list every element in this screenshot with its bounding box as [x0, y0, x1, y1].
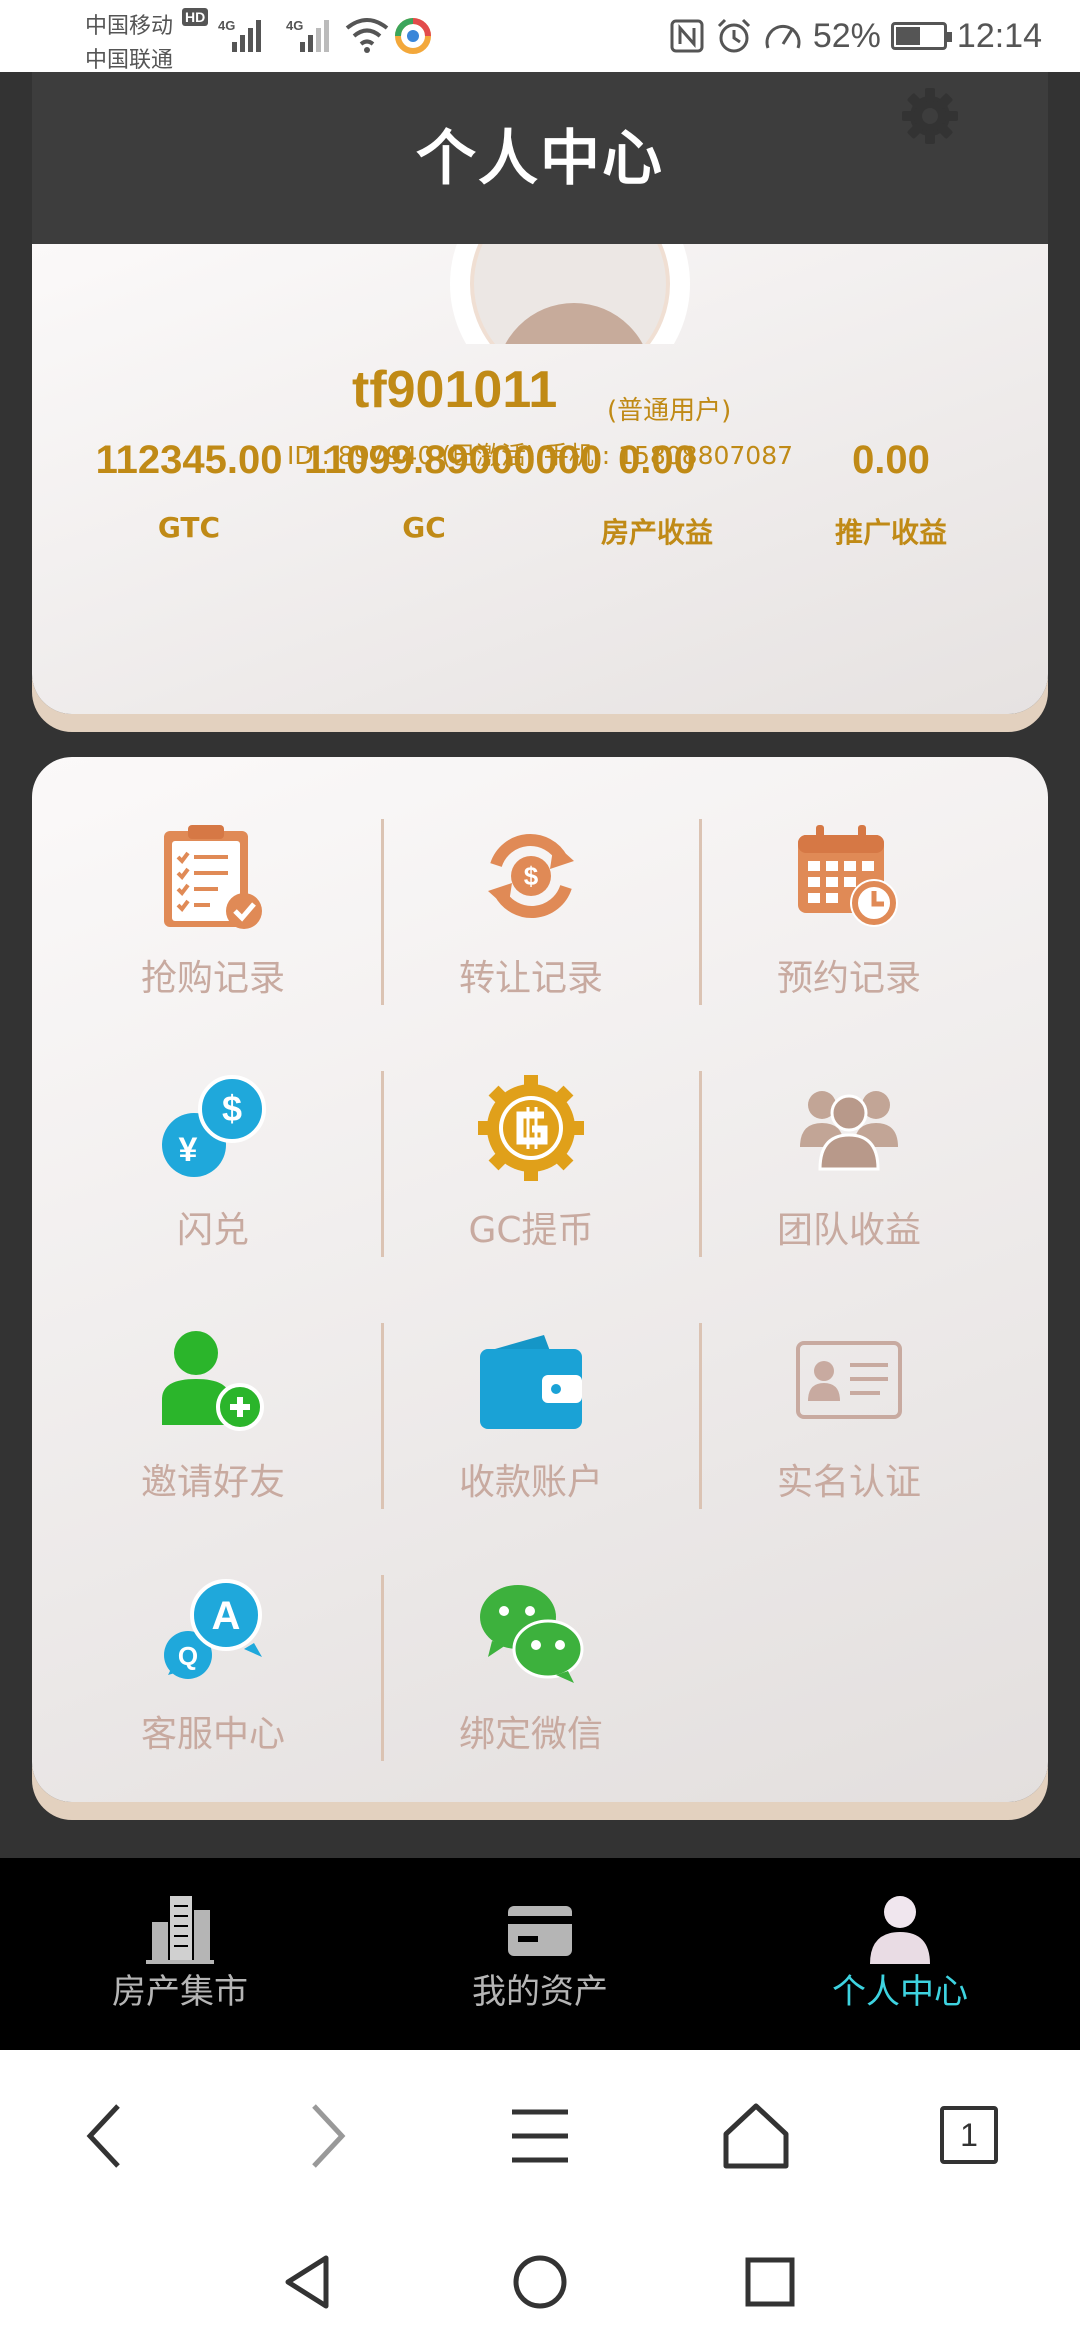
stat-value: 0.00 [852, 438, 930, 482]
menu-item-reservation-records[interactable]: 预约记录 [690, 821, 1008, 1011]
menu-item-label: 转让记录 [458, 958, 603, 999]
svg-text:$: $ [222, 1088, 242, 1129]
menu-item-label: 收款账户 [458, 1462, 603, 1503]
menu-item-label: 团队收益 [776, 1210, 921, 1251]
menu-item-purchase-records[interactable]: 抢购记录 [54, 821, 372, 1011]
gc-coin-icon [478, 1075, 584, 1181]
stat-value: 112345.00 [95, 438, 283, 482]
tab-my-assets[interactable]: 我的资产 [360, 1858, 720, 2050]
menu-item-team-income[interactable]: 团队收益 [690, 1073, 1008, 1263]
menu-item-bind-wechat[interactable]: 绑定微信 [372, 1577, 690, 1767]
carrier-1: 中国移动 [85, 14, 174, 39]
menu-item-label: 抢购记录 [140, 958, 285, 999]
wifi-icon [345, 18, 389, 53]
user-icon [870, 1896, 930, 1964]
stat-property-income: 0.00 房产收益 [537, 340, 777, 551]
stat-label: GTC [157, 511, 221, 544]
menu-item-label: GC提币 [468, 1210, 594, 1251]
team-icon [800, 1091, 898, 1171]
stat-label: 房产收益 [600, 516, 713, 549]
menu-item-label: 实名认证 [776, 1462, 921, 1503]
status-bar: 中国移动 中国联通 HD 4G 4G 52% 12:14 [0, 0, 1080, 73]
speedometer-icon [765, 25, 801, 49]
dollar-exchange-icon: $ [488, 834, 574, 918]
back-icon[interactable] [72, 2100, 144, 2172]
system-home-icon[interactable] [510, 2252, 570, 2312]
svg-text:Q: Q [178, 1641, 198, 1671]
menu-card: 抢购记录 $ 转让记录 预约记录 $ ¥ 闪兑 GC提币 团队收益 邀请好友 收… [32, 757, 1048, 1802]
system-nav-bar [0, 2222, 1080, 2340]
nfc-icon [670, 19, 704, 53]
menu-item-transfer-records[interactable]: $ 转让记录 [372, 821, 690, 1011]
tab-label: 房产集市 [112, 1972, 248, 2012]
card-icon [508, 1906, 572, 1956]
tabs-button[interactable]: 1 [940, 2106, 1012, 2178]
battery-percent: 52% [812, 16, 881, 55]
tab-count: 1 [940, 2106, 998, 2164]
browser-toolbar: 1 [0, 2050, 1080, 2222]
system-recents-icon[interactable] [740, 2252, 800, 2312]
stat-gc: 11099.89000000 GC [304, 340, 603, 544]
menu-item-label: 闪兑 [176, 1210, 249, 1251]
buildings-icon [146, 1896, 214, 1964]
menu-item-gc-withdraw[interactable]: GC提币 [372, 1073, 690, 1263]
alarm-icon [717, 18, 750, 53]
tab-personal-center[interactable]: 个人中心 [720, 1858, 1080, 2050]
hd-badge: HD [182, 8, 209, 26]
stat-value: 0.00 [618, 438, 696, 482]
wechat-icon [480, 1585, 584, 1683]
svg-text:A: A [212, 1594, 241, 1638]
home-icon[interactable] [720, 2100, 792, 2172]
currency-swap-icon: $ ¥ [162, 1075, 266, 1177]
clipboard-check-icon [164, 825, 262, 929]
stat-label: GC [402, 511, 446, 544]
profile-card: tf901011 (普通用户) ID : 897940 (已激活) 手机 : 1… [32, 164, 1048, 714]
svg-text:¥: ¥ [179, 1131, 198, 1169]
add-user-icon [162, 1331, 264, 1431]
stat-label: 推广收益 [834, 516, 947, 549]
menu-item-flash-exchange[interactable]: $ ¥ 闪兑 [54, 1073, 372, 1263]
menu-item-label: 邀请好友 [140, 1462, 285, 1503]
svg-text:$: $ [524, 861, 539, 891]
menu-item-label: 预约记录 [776, 958, 921, 999]
wallet-icon [480, 1335, 582, 1429]
tab-label: 我的资产 [472, 1972, 608, 2012]
status-time: 12:14 [956, 16, 1042, 55]
menu-item-real-name-auth[interactable]: 实名认证 [690, 1325, 1008, 1515]
menu-item-invite-friends[interactable]: 邀请好友 [54, 1325, 372, 1515]
tab-property-market[interactable]: 房产集市 [0, 1858, 360, 2050]
page-title: 个人中心 [416, 124, 664, 194]
bottom-tab-bar: 房产集市 我的资产 个人中心 [0, 1858, 1080, 2050]
menu-item-label: 绑定微信 [458, 1714, 603, 1755]
tab-label: 个人中心 [832, 1972, 968, 2012]
system-back-icon[interactable] [280, 2252, 340, 2312]
menu-item-label: 客服中心 [140, 1714, 285, 1755]
menu-item-customer-service[interactable]: Q A 客服中心 [54, 1577, 372, 1767]
stat-promotion-income: 0.00 推广收益 [771, 340, 1011, 551]
carrier-2: 中国联通 [85, 48, 174, 73]
qa-chat-icon: Q A [164, 1579, 262, 1679]
app-notification-icon [395, 18, 431, 54]
menu-item-payment-account[interactable]: 收款账户 [372, 1325, 690, 1515]
stat-value: 11099.89000000 [304, 438, 603, 482]
gear-icon[interactable] [898, 84, 962, 148]
page-header: 个人中心 [32, 72, 1048, 244]
menu-icon[interactable] [504, 2100, 576, 2172]
forward-icon[interactable] [288, 2100, 360, 2172]
id-card-icon [796, 1341, 902, 1419]
battery-icon [890, 22, 952, 50]
calendar-clock-icon [798, 825, 898, 927]
stat-gtc: 112345.00 GTC [69, 340, 309, 544]
